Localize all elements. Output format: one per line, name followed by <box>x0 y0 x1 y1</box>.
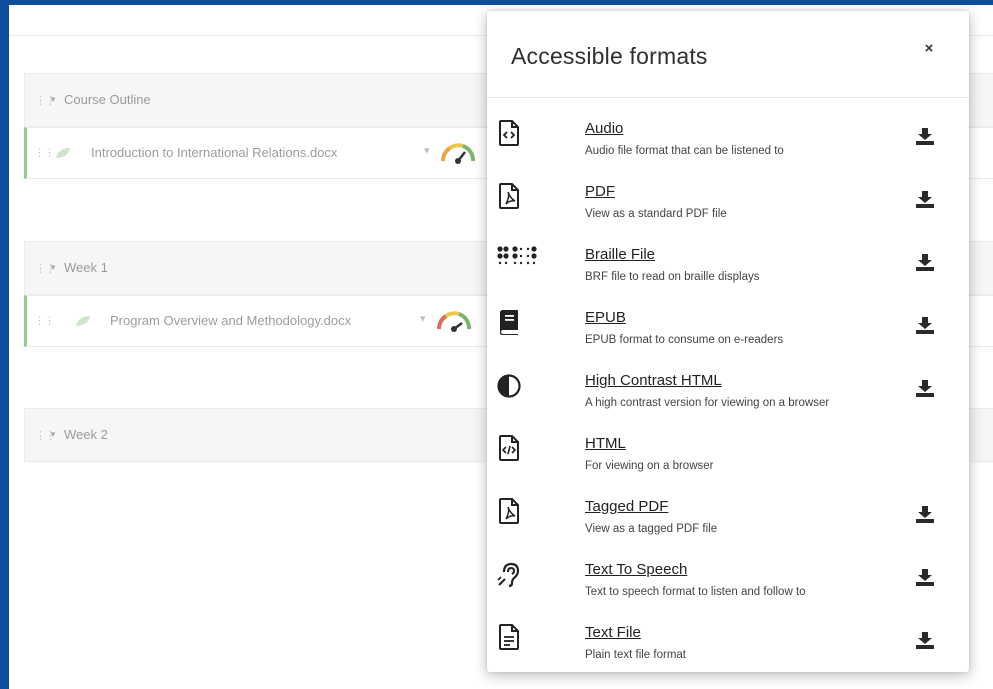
download-icon[interactable] <box>914 378 936 398</box>
format-label[interactable]: HTML <box>585 435 626 452</box>
hearing-icon <box>497 562 520 588</box>
audio-file-icon <box>499 120 519 146</box>
format-label[interactable]: Text To Speech <box>585 561 687 578</box>
format-description: Text to speech format to listen and foll… <box>585 586 806 598</box>
format-text-file[interactable]: Text File Plain text file format <box>487 609 969 672</box>
format-tagged-pdf[interactable]: Tagged PDF View as a tagged PDF file <box>487 483 969 546</box>
format-pdf[interactable]: PDF View as a standard PDF file <box>487 168 969 231</box>
format-epub[interactable]: EPUB EPUB format to consume on e-readers <box>487 294 969 357</box>
drag-handle-icon[interactable]: ⋮⋮ <box>34 146 55 159</box>
content-item-name[interactable]: Program Overview and Methodology.docx <box>110 313 351 328</box>
caret-down-icon[interactable]: ▼ <box>49 263 57 272</box>
close-button[interactable]: × <box>917 37 941 61</box>
format-label[interactable]: High Contrast HTML <box>585 372 722 389</box>
drag-handle-icon[interactable]: ⋮⋮ <box>34 314 55 327</box>
text-file-icon <box>499 624 519 650</box>
book-icon <box>500 310 518 335</box>
format-description: View as a standard PDF file <box>585 208 727 220</box>
format-description: A high contrast version for viewing on a… <box>585 397 830 409</box>
download-icon[interactable] <box>914 252 936 272</box>
download-icon[interactable] <box>914 126 936 146</box>
section-title: Week 2 <box>64 427 108 442</box>
download-icon[interactable] <box>914 504 936 524</box>
content-item-name[interactable]: Introduction to International Relations.… <box>91 145 337 160</box>
pdf-file-icon <box>499 498 519 524</box>
leaf-icon <box>76 316 90 326</box>
leaf-icon <box>56 148 70 158</box>
format-label[interactable]: Braille File <box>585 246 655 263</box>
format-audio[interactable]: Audio Audio file format that can be list… <box>487 105 969 168</box>
pdf-file-icon <box>499 183 519 209</box>
contrast-icon <box>497 374 521 398</box>
format-description: BRF file to read on braille displays <box>585 271 760 283</box>
format-label[interactable]: PDF <box>585 183 615 200</box>
download-icon[interactable] <box>914 567 936 587</box>
caret-down-icon[interactable]: ▼ <box>49 95 57 104</box>
format-description: View as a tagged PDF file <box>585 523 718 535</box>
section-title: Week 1 <box>64 260 108 275</box>
accessibility-gauge-icon[interactable] <box>439 139 477 165</box>
dialog-header: Accessible formats × <box>487 11 969 98</box>
braille-icon <box>497 246 537 265</box>
format-description: Audio file format that can be listened t… <box>585 145 784 157</box>
format-description: EPUB format to consume on e-readers <box>585 334 784 346</box>
format-description: For viewing on a browser <box>585 460 714 472</box>
format-text-to-speech[interactable]: Text To Speech Text to speech format to … <box>487 546 969 609</box>
section-title: Course Outline <box>64 92 151 107</box>
accessible-formats-dialog: Accessible formats × Audio Audio file fo… <box>487 11 969 672</box>
format-label[interactable]: EPUB <box>585 309 626 326</box>
download-icon[interactable] <box>914 315 936 335</box>
format-high-contrast-html[interactable]: High Contrast HTML A high contrast versi… <box>487 357 969 420</box>
format-html[interactable]: HTML For viewing on a browser <box>487 420 969 483</box>
html-file-icon <box>499 435 519 461</box>
format-braille[interactable]: Braille File BRF file to read on braille… <box>487 231 969 294</box>
format-label[interactable]: Tagged PDF <box>585 498 668 515</box>
caret-down-icon[interactable]: ▼ <box>49 430 57 439</box>
format-label[interactable]: Audio <box>585 120 623 137</box>
chevron-icon[interactable]: ▾ <box>420 312 426 325</box>
accessibility-gauge-icon[interactable] <box>435 307 473 333</box>
download-icon[interactable] <box>914 189 936 209</box>
format-description: Plain text file format <box>585 649 686 661</box>
format-label[interactable]: Text File <box>585 624 641 641</box>
dialog-title: Accessible formats <box>511 43 708 69</box>
chevron-icon[interactable]: ▾ <box>424 144 430 157</box>
download-icon[interactable] <box>914 630 936 650</box>
